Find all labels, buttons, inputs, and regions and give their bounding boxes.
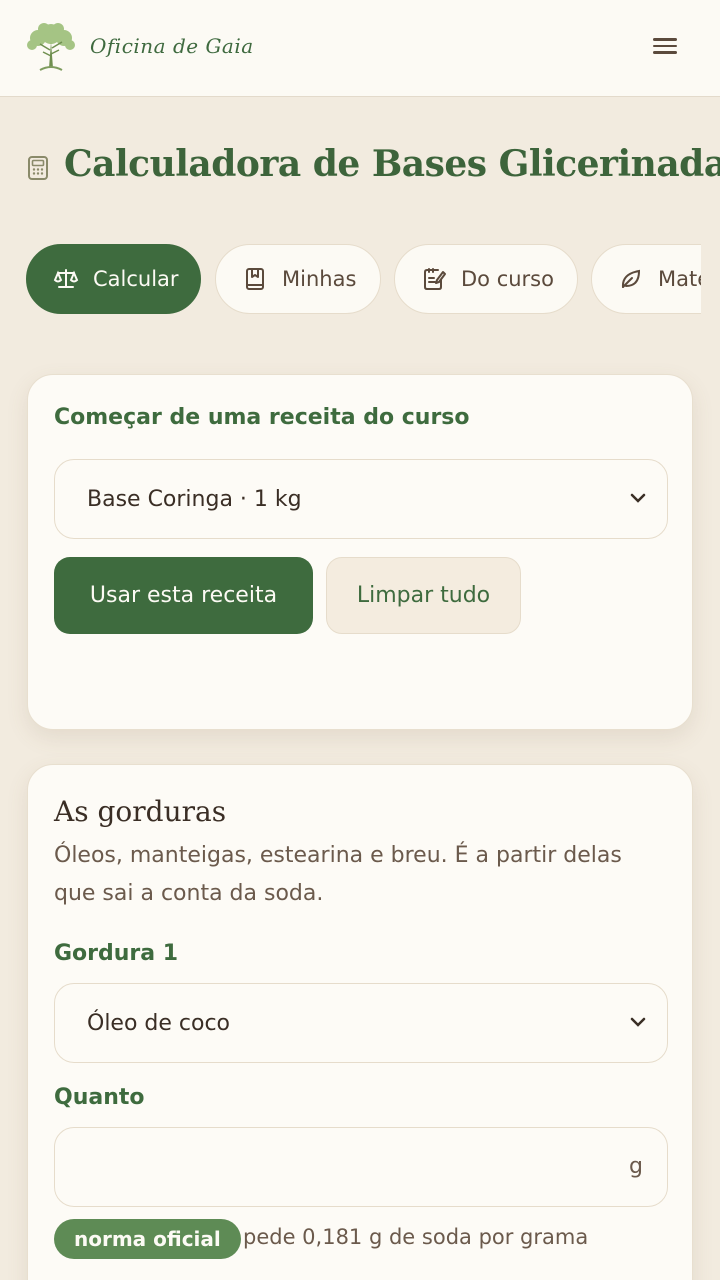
- section-title: As gorduras: [54, 795, 227, 828]
- fat-select-value: Óleo de coco: [87, 1010, 231, 1036]
- amount-label: Quanto: [54, 1085, 145, 1110]
- tab-label: Calcular: [93, 267, 179, 291]
- amount-input[interactable]: [55, 1128, 615, 1206]
- recipe-label: Começar de uma receita do curso: [54, 405, 470, 430]
- top-bar: Oficina de Gaia: [0, 0, 720, 97]
- tab-calcular[interactable]: Calcular: [26, 244, 201, 314]
- chevron-down-icon: [630, 493, 646, 503]
- use-recipe-button[interactable]: Usar esta receita: [54, 557, 313, 634]
- tab-minhas[interactable]: Minhas: [215, 244, 381, 314]
- menu-button[interactable]: [648, 34, 682, 64]
- fat-label: Gordura 1: [54, 941, 179, 966]
- section-description: Óleos, manteigas, estearina e breu. É a …: [54, 843, 622, 906]
- official-norm-badge: norma oficial: [54, 1219, 241, 1259]
- fats-card: As gorduras Óleos, manteigas, estearina …: [27, 764, 693, 1280]
- recipe-card: Começar de uma receita do curso Base Cor…: [27, 374, 693, 730]
- leaf-icon: [621, 269, 641, 288]
- brand-name[interactable]: Oficina de Gaia: [90, 34, 254, 58]
- tab-do-curso[interactable]: Do curso: [394, 244, 578, 314]
- tree-logo-icon[interactable]: [24, 20, 78, 76]
- fat-select[interactable]: Óleo de coco: [54, 983, 668, 1063]
- chevron-down-icon: [630, 1017, 646, 1027]
- tab-materiais[interactable]: Mate: [591, 244, 701, 314]
- scale-icon: [53, 269, 79, 288]
- calculator-icon: [28, 156, 48, 180]
- page-title: Calculadora de Bases Glicerinadas: [64, 143, 720, 185]
- notebook-edit-icon: [424, 268, 446, 290]
- recipe-select-value: Base Coringa · 1 kg: [87, 486, 302, 512]
- unit-label: g: [629, 1154, 643, 1179]
- tab-label: Minhas: [282, 267, 357, 291]
- bookmark-book-icon: [246, 268, 264, 290]
- tab-label: Do curso: [461, 267, 554, 291]
- hamburger-menu-icon: [653, 38, 677, 41]
- recipe-select[interactable]: Base Coringa · 1 kg: [54, 459, 668, 539]
- tab-label: Mate: [658, 267, 701, 291]
- clear-all-button[interactable]: Limpar tudo: [326, 557, 521, 634]
- amount-field-wrapper: g: [54, 1127, 668, 1207]
- soda-ratio-note: pede 0,181 g de soda por grama: [243, 1225, 589, 1249]
- tab-bar: Calcular Minhas Do curso Mate: [0, 244, 701, 316]
